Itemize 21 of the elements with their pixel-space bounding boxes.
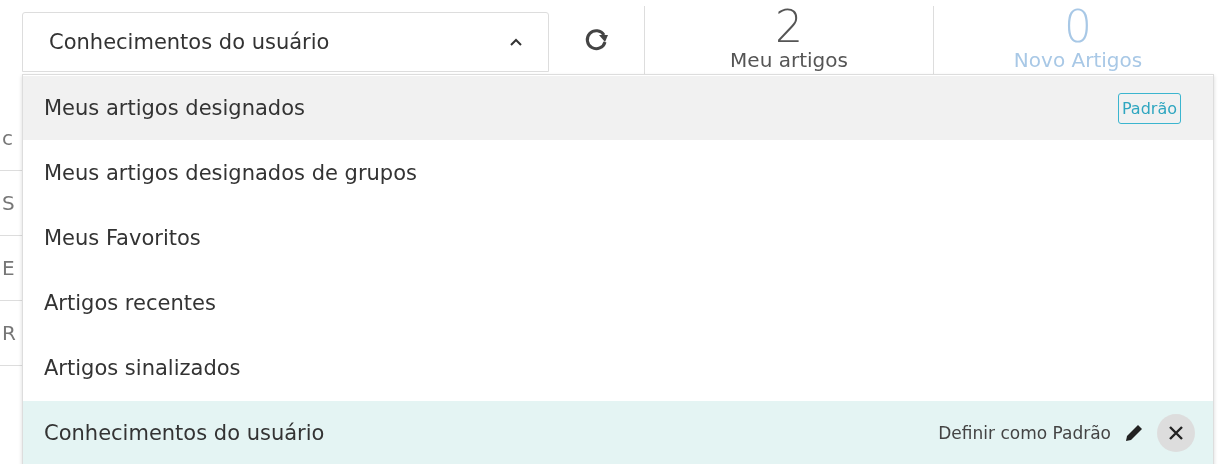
menu-item[interactable]: Meus artigos designados Padrão — [23, 75, 1213, 140]
menu-item[interactable]: Artigos recentes — [23, 270, 1213, 335]
delete-button[interactable] — [1157, 414, 1195, 452]
stat-count: 2 — [775, 6, 804, 48]
stat-label: Meu artigos — [730, 48, 848, 72]
default-tag: Padrão — [1117, 92, 1181, 124]
pencil-icon[interactable] — [1123, 422, 1145, 444]
close-icon — [1168, 425, 1184, 441]
stat-label: Novo Artigos — [1013, 48, 1143, 72]
row-text: E — [2, 256, 15, 280]
row-text: R — [2, 321, 16, 345]
view-select[interactable]: Conhecimentos do usuário — [22, 12, 550, 72]
row-text: S — [2, 191, 15, 215]
menu-item[interactable]: Conhecimentos do usuário Definir como Padrão — [23, 400, 1213, 464]
refresh-icon — [583, 26, 610, 52]
caret-icon — [510, 38, 523, 46]
menu-item[interactable]: Meus Favoritos — [23, 205, 1213, 270]
stat-count: 0 — [1064, 6, 1092, 48]
set-default-link[interactable]: Definir como Padrão — [938, 423, 1111, 443]
menu-item[interactable]: Meus artigos designados de grupos — [23, 140, 1213, 205]
row-text: c — [2, 126, 13, 150]
